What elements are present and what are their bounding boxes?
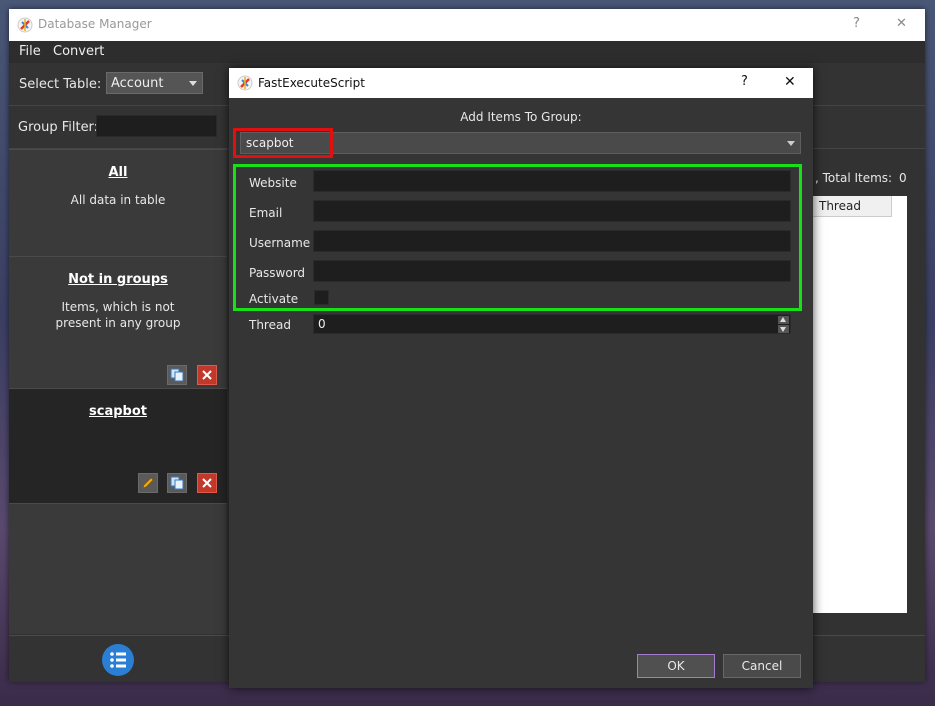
main-close-button[interactable]: ✕ <box>896 16 907 31</box>
total-items-label: , Total Items: <box>815 171 893 185</box>
chevron-down-icon <box>189 81 197 86</box>
menu-file[interactable]: File <box>19 44 41 59</box>
password-label: Password <box>249 266 306 280</box>
app-logo-icon <box>237 75 253 91</box>
thread-value: 0 <box>318 317 326 331</box>
menu-bar: File Convert <box>9 41 925 63</box>
arrow-down-icon <box>780 327 786 332</box>
email-label: Email <box>249 206 283 220</box>
group-filter-label: Group Filter: <box>18 120 99 135</box>
main-window-title: Database Manager <box>38 17 152 31</box>
total-items-value: 0 <box>899 171 907 185</box>
chevron-down-icon <box>787 141 795 146</box>
red-highlight-box <box>233 128 333 158</box>
dialog-window: FastExecuteScript ? ✕ Add Items To Group… <box>229 68 813 688</box>
main-help-button[interactable]: ? <box>853 16 860 31</box>
main-titlebar: Database Manager ? ✕ <box>9 9 925 41</box>
group-card-all[interactable]: All All data in table <box>9 149 227 256</box>
website-label: Website <box>249 176 297 190</box>
website-field[interactable] <box>313 170 791 192</box>
select-table-dropdown[interactable]: Account <box>106 72 203 94</box>
select-table-value: Account <box>111 76 164 91</box>
group-card-not-in-groups[interactable]: Not in groups Items, which is not presen… <box>9 256 227 389</box>
select-table-label: Select Table: <box>19 77 102 92</box>
dialog-heading: Add Items To Group: <box>460 110 582 124</box>
copy-button[interactable] <box>167 365 187 385</box>
activate-label: Activate <box>249 292 299 306</box>
email-field[interactable] <box>313 200 791 222</box>
activate-checkbox[interactable] <box>314 290 329 305</box>
edit-button[interactable] <box>138 473 158 493</box>
menu-convert[interactable]: Convert <box>53 44 104 59</box>
delete-button[interactable] <box>197 473 217 493</box>
data-table[interactable]: Thread <box>813 196 907 613</box>
list-icon <box>110 652 126 668</box>
thread-spinbox[interactable]: 0 <box>313 314 791 334</box>
group-desc-not-in-groups: Items, which is not present in any group <box>55 300 181 330</box>
username-label: Username <box>249 236 311 250</box>
table-header-label: Thread <box>819 199 861 213</box>
dialog-title: FastExecuteScript <box>258 76 365 90</box>
group-filter-input[interactable] <box>96 115 217 137</box>
dialog-close-button[interactable]: ✕ <box>784 74 796 90</box>
group-title-scapbot[interactable]: scapbot <box>9 404 227 419</box>
username-field[interactable] <box>313 230 791 252</box>
pencil-icon <box>142 477 154 489</box>
group-list-empty-area <box>9 503 227 634</box>
spin-down-button[interactable] <box>778 325 789 333</box>
group-title-all[interactable]: All <box>9 165 227 180</box>
group-card-scapbot[interactable]: scapbot <box>9 388 227 503</box>
close-icon <box>202 478 212 488</box>
copy-icon <box>170 368 184 382</box>
spin-up-button[interactable] <box>778 316 789 324</box>
delete-button[interactable] <box>197 365 217 385</box>
dialog-titlebar: FastExecuteScript ? ✕ <box>229 68 813 98</box>
thread-label: Thread <box>249 318 291 332</box>
password-field[interactable] <box>313 260 791 282</box>
list-view-button[interactable] <box>102 644 134 676</box>
group-desc-all: All data in table <box>70 193 166 207</box>
ok-button[interactable]: OK <box>637 654 715 678</box>
app-logo-icon <box>17 17 33 33</box>
table-header-thread[interactable]: Thread <box>813 196 892 217</box>
cancel-button[interactable]: Cancel <box>723 654 801 678</box>
close-icon <box>202 370 212 380</box>
group-title-not-in-groups[interactable]: Not in groups <box>9 272 227 287</box>
arrow-up-icon <box>780 317 786 322</box>
copy-icon <box>170 476 184 490</box>
copy-button[interactable] <box>167 473 187 493</box>
dialog-help-button[interactable]: ? <box>741 74 748 89</box>
